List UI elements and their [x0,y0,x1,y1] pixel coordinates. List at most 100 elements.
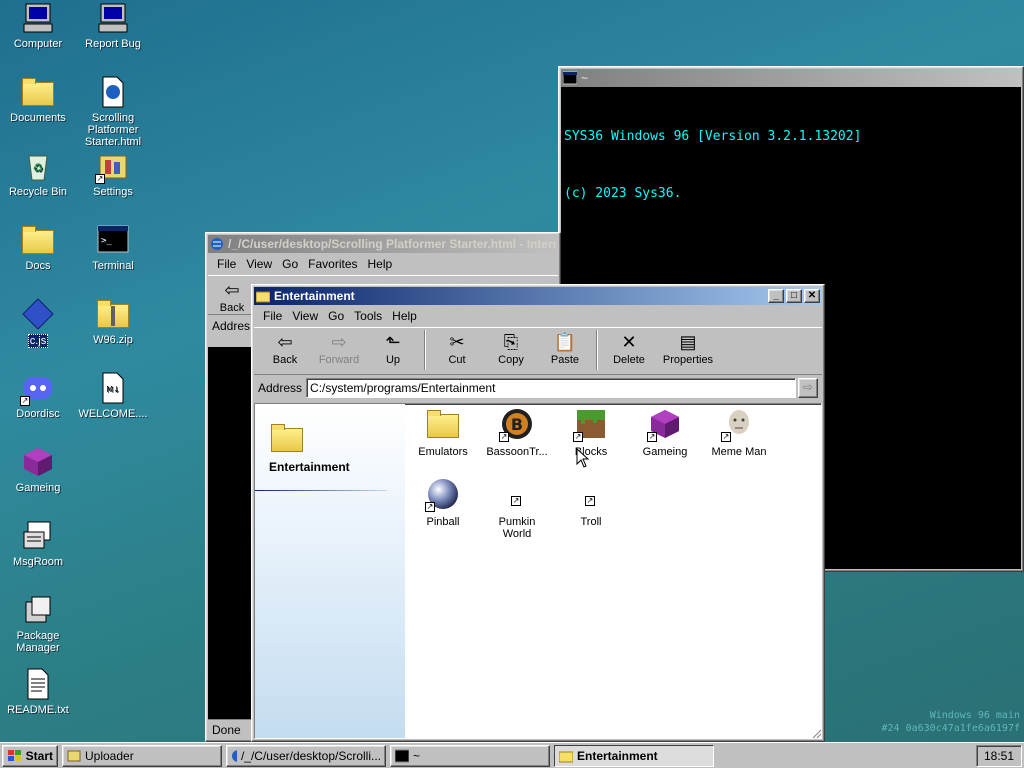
desktop-icon-gameing[interactable]: Gameing [0,446,76,494]
folder-icon [427,408,459,440]
desktop-icon-docs[interactable]: Docs [0,224,76,272]
paste-button[interactable]: 📋 Paste [538,330,592,366]
svg-text:B: B [511,415,523,434]
menu-item-help[interactable]: Help [387,309,422,323]
cube-icon: ↗ [647,408,681,442]
browser-globe-icon [232,749,237,762]
file-item-gameing[interactable]: ↗ Gameing [629,408,701,458]
desktop-icon-welcome[interactable]: M↓ WELCOME.... [75,372,151,420]
menu-item-tools[interactable]: Tools [349,309,387,323]
taskbar-button-entertainment[interactable]: Entertainment [554,744,714,767]
file-item-emulators[interactable]: Emulators [407,408,479,458]
resize-grip-icon[interactable] [810,727,822,739]
menu-item-help[interactable]: Help [363,257,398,271]
svg-text:>_: >_ [101,236,112,246]
explorer-toolbar: ⇦ Back ⇨ Forward ⬑ Up ✂ Cut ⎘ Copy 📋 Paste ✕ De… [254,327,822,375]
file-item-troll[interactable]: ↗ Troll [555,478,627,528]
file-item-meme-man[interactable]: ↗ Meme Man [703,408,775,458]
shortcut-arrow-icon: ↗ [425,502,435,512]
minimize-button[interactable]: _ [768,289,784,303]
desktop-icon-msgroom[interactable]: MsgRoom [0,520,76,568]
terminal-titlebar[interactable]: ~ [561,69,1021,87]
menu-item-favorites[interactable]: Favorites [303,257,362,271]
desktop-icon-recycle-bin[interactable]: ♻ Recycle Bin [0,150,76,198]
desktop-icon-label: MsgRoom [12,556,64,568]
toolbar-separator [596,330,598,370]
svg-text:M↓: M↓ [106,385,120,394]
start-label: Start [25,748,53,763]
explorer-titlebar[interactable]: Entertainment _ □ ✕ [254,287,822,305]
properties-label: Properties [662,354,714,366]
uploader-icon [67,750,81,761]
shortcut-arrow-icon: ↗ [647,432,657,442]
delete-button[interactable]: ✕ Delete [602,330,656,366]
desktop-icon-settings[interactable]: ↗ Settings [75,150,151,198]
menu-item-view[interactable]: View [241,257,277,271]
shortcut-arrow-icon: ↗ [721,432,731,442]
file-item-blocks[interactable]: ↗ Blocks [555,408,627,458]
desktop-icon-label: Documents [10,112,66,124]
browser-titlebar[interactable]: /_/C/user/desktop/Scrolling Platformer S… [208,235,558,253]
desktop-icon-doordisc[interactable]: ↗ Doordisc [0,372,76,420]
paste-label: Paste [550,354,580,366]
file-item-pinball[interactable]: ↗ Pinball [407,478,479,528]
sidebar-divider [255,490,387,491]
desktop-icon-label: Report Bug [85,38,141,50]
toolbar-separator [424,330,426,370]
desktop-icon-terminal[interactable]: >_ Terminal [75,224,151,272]
menu-item-file[interactable]: File [212,257,241,271]
menu-item-file[interactable]: File [258,309,287,323]
terminal-icon: >_ [97,224,129,256]
shortcut-icon: ↗ [501,478,533,510]
desktop-icon-package-manager[interactable]: Package Manager [0,594,76,654]
taskbar-button-terminal[interactable]: ~ [390,744,550,767]
desktop-icon-computer[interactable]: Computer [0,2,76,50]
menu-item-go[interactable]: Go [323,309,349,323]
computer-icon [97,2,129,34]
back-button[interactable]: ⇦ Back [258,330,312,366]
watermark-line: #24 0a630c47a1fe6a6197f [881,723,1020,734]
explorer-title: Entertainment [274,289,355,303]
go-button[interactable]: ⇨ [798,378,818,398]
desktop-icon-label: c.js [27,334,49,348]
up-folder-icon: ⬑ [385,332,401,352]
desktop-icon-readme[interactable]: README.txt [0,668,76,716]
clock[interactable]: 18:51 [984,749,1014,763]
menu-item-go[interactable]: Go [277,257,303,271]
menu-item-view[interactable]: View [287,309,323,323]
desktop-icon-report-bug[interactable]: Report Bug [75,2,151,50]
taskbar-button-browser[interactable]: /_/C/user/desktop/Scrolli... [226,744,386,767]
desktop-icon-label: Doordisc [16,408,60,420]
maximize-button[interactable]: □ [786,289,802,303]
forward-button[interactable]: ⇨ Forward [312,330,366,366]
start-button[interactable]: Start [2,744,58,767]
taskbar: Start Uploader /_/C/user/desktop/Scrolli… [0,742,1024,768]
file-item-label: Pinball [426,516,460,528]
desktop-icon-label: WELCOME.... [78,408,148,420]
shortcut-arrow-icon: ↗ [573,432,583,442]
cut-button[interactable]: ✂ Cut [430,330,484,366]
taskbar-button-label: Uploader [85,748,134,763]
copy-button[interactable]: ⎘ Copy [484,330,538,366]
address-input[interactable] [306,378,796,398]
up-button[interactable]: ⬑ Up [366,330,420,366]
explorer-content[interactable]: Entertainment Emulators B ↗ BassoonTr...… [254,403,822,739]
settings-icon: ↗ [95,150,129,184]
desktop-icon-scrolling-platformer[interactable]: Scrolling Platformer Starter.html [75,76,151,148]
file-item-pumkin-world[interactable]: ↗ Pumkin World [481,478,553,540]
taskbar-button-uploader[interactable]: Uploader [62,744,222,767]
meme-man-icon: ↗ [721,408,755,442]
desktop-icon-documents[interactable]: Documents [0,76,76,124]
browser-back-button[interactable]: ⇦ Back [212,278,252,314]
desktop-icon-label: README.txt [7,704,69,716]
package-icon [22,594,54,626]
properties-button[interactable]: ▤ Properties [656,330,720,366]
desktop-icon-w96-zip[interactable]: W96.zip [75,298,151,346]
explorer-window[interactable]: Entertainment _ □ ✕ File View Go Tools H… [251,284,825,742]
browser-content[interactable] [208,347,254,719]
close-button[interactable]: ✕ [804,289,820,303]
shortcut-icon: ↗ [575,478,607,510]
file-item-bassoontracker[interactable]: B ↗ BassoonTr... [481,408,553,458]
desktop-icon-cjs[interactable]: c.js [0,298,76,348]
browser-back-label: Back [219,302,245,314]
